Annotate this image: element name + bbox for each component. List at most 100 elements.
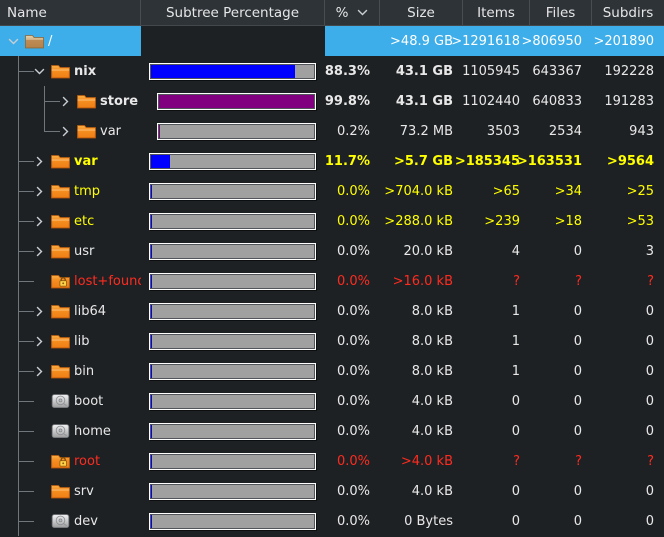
tree-row[interactable]: lost+found 0.0% >16.0 kB??? bbox=[0, 266, 664, 296]
percentage-bar-fill bbox=[151, 425, 152, 438]
expander-chevron-right-icon[interactable] bbox=[58, 86, 72, 116]
row-percent-cell-value: 0.0% bbox=[336, 303, 370, 319]
row-name-cell[interactable]: srv bbox=[0, 476, 141, 506]
tree-row[interactable]: var 11.7% >5.7 GB >185345 >163531 >9564 bbox=[0, 146, 664, 176]
expander-chevron-down-icon[interactable] bbox=[6, 26, 20, 56]
row-name-cell[interactable]: bin bbox=[0, 356, 141, 386]
row-name-cell[interactable]: store bbox=[0, 86, 141, 116]
column-header-bar[interactable]: Subtree Percentage bbox=[141, 0, 325, 25]
column-header-files[interactable]: Files bbox=[530, 0, 592, 25]
row-subdirs-cell: 0 bbox=[592, 476, 664, 506]
row-name-cell[interactable]: / bbox=[0, 26, 141, 56]
tree-row[interactable]: dev 0.0% 0 Bytes 0 0 0 bbox=[0, 506, 664, 536]
expander-chevron-right-icon[interactable] bbox=[32, 236, 46, 266]
column-header-size[interactable]: Size bbox=[380, 0, 463, 25]
row-name-cell[interactable]: root bbox=[0, 446, 141, 476]
tree-row[interactable]: nix 88.3% 43.1 GB 1105945 643367 192228 bbox=[0, 56, 664, 86]
column-header-subdirs[interactable]: Subdirs bbox=[592, 0, 664, 25]
row-name-cell[interactable]: usr bbox=[0, 236, 141, 266]
row-files-cell-value: 0 bbox=[573, 243, 582, 259]
row-items-cell-value: >1291618 bbox=[451, 33, 520, 49]
expander-chevron-right-icon[interactable] bbox=[32, 206, 46, 236]
column-header-label: Files bbox=[545, 4, 576, 21]
directory-tree-view[interactable]: Name Subtree Percentage% Size Items Files Su… bbox=[0, 0, 664, 537]
row-name-cell[interactable]: lib bbox=[0, 326, 141, 356]
tree-guide-lines bbox=[0, 356, 141, 386]
row-name-cell[interactable]: var bbox=[0, 146, 141, 176]
row-name-cell[interactable]: dev bbox=[0, 506, 141, 536]
row-name-cell[interactable]: nix bbox=[0, 56, 141, 86]
row-name-cell[interactable]: lost+found bbox=[0, 266, 141, 296]
table-header[interactable]: Name Subtree Percentage% Size Items Files Su… bbox=[0, 0, 664, 26]
row-subdirs-cell-value: 191283 bbox=[604, 93, 654, 109]
column-header-label: % bbox=[335, 4, 349, 21]
row-files-cell-value: 2534 bbox=[548, 123, 582, 139]
expander-chevron-right-icon[interactable] bbox=[32, 146, 46, 176]
row-items-cell-value: 0 bbox=[511, 513, 520, 529]
row-name-cell[interactable]: var bbox=[0, 116, 141, 146]
column-header-label: Subdirs bbox=[602, 4, 654, 21]
tree-row[interactable]: tmp 0.0% >704.0 kB >65 >34 >25 bbox=[0, 176, 664, 206]
row-size-cell-value: >5.7 GB bbox=[393, 153, 453, 169]
tree-row[interactable]: store 99.8% 43.1 GB 1102440 640833 191283 bbox=[0, 86, 664, 116]
tree-row[interactable]: bin 0.0% 8.0 kB 1 0 0 bbox=[0, 356, 664, 386]
row-files-cell: >163531 bbox=[517, 146, 592, 176]
row-percent-cell-value: 0.0% bbox=[336, 483, 370, 499]
tree-guide-lines bbox=[0, 236, 141, 266]
expander-chevron-down-icon[interactable] bbox=[32, 56, 46, 86]
tree-row[interactable]: usr 0.0% 20.0 kB 4 0 3 bbox=[0, 236, 664, 266]
row-subdirs-cell-value: 192228 bbox=[604, 63, 654, 79]
subtree-percentage-cell bbox=[141, 116, 325, 146]
percentage-bar-fill bbox=[159, 95, 314, 108]
row-size-cell: 0 Bytes bbox=[380, 506, 463, 536]
row-size-cell-value: 4.0 kB bbox=[411, 423, 453, 439]
expander-chevron-right-icon[interactable] bbox=[32, 356, 46, 386]
row-name-cell[interactable]: boot bbox=[0, 386, 141, 416]
row-files-cell-value: 0 bbox=[573, 423, 582, 439]
tree-rows[interactable]: / >48.9 GB >1291618 >806950 >201890 nix 88.3%… bbox=[0, 26, 664, 536]
tree-row[interactable]: home 0.0% 4.0 kB 0 0 0 bbox=[0, 416, 664, 446]
row-percent-cell-value: 0.0% bbox=[336, 453, 370, 469]
tree-guide-lines bbox=[0, 206, 141, 236]
expander-chevron-right-icon[interactable] bbox=[32, 176, 46, 206]
subtree-percentage-cell bbox=[141, 296, 325, 326]
tree-row[interactable]: lib 0.0% 8.0 kB 1 0 0 bbox=[0, 326, 664, 356]
row-items-cell: 3503 bbox=[463, 116, 530, 146]
row-name-cell[interactable]: tmp bbox=[0, 176, 141, 206]
row-percent-cell: 11.7% bbox=[325, 146, 380, 176]
expander-chevron-right-icon[interactable] bbox=[32, 326, 46, 356]
tree-row[interactable]: / >48.9 GB >1291618 >806950 >201890 bbox=[0, 26, 664, 56]
expander-chevron-right-icon[interactable] bbox=[58, 116, 72, 146]
row-percent-cell-value: 0.0% bbox=[336, 513, 370, 529]
tree-row[interactable]: etc 0.0% >288.0 kB >239 >18 >53 bbox=[0, 206, 664, 236]
row-size-cell: >4.0 kB bbox=[380, 446, 463, 476]
folder-icon bbox=[76, 86, 96, 116]
column-header-pct[interactable]: % bbox=[325, 0, 380, 25]
row-name-label: home bbox=[74, 423, 111, 439]
row-name-cell[interactable]: home bbox=[0, 416, 141, 446]
row-size-cell: 43.1 GB bbox=[380, 56, 463, 86]
tree-row[interactable]: var 0.2% 73.2 MB 3503 2534 943 bbox=[0, 116, 664, 146]
tree-row[interactable]: lib64 0.0% 8.0 kB 1 0 0 bbox=[0, 296, 664, 326]
row-subdirs-cell-value: 0 bbox=[645, 423, 654, 439]
column-header-items[interactable]: Items bbox=[463, 0, 530, 25]
row-subdirs-cell-value: 0 bbox=[645, 333, 654, 349]
row-items-cell-value: >65 bbox=[492, 183, 520, 199]
expander-chevron-right-icon[interactable] bbox=[32, 296, 46, 326]
row-percent-cell-value: 0.0% bbox=[336, 393, 370, 409]
row-percent-cell: 0.0% bbox=[325, 296, 380, 326]
folder-icon bbox=[50, 176, 70, 206]
tree-row[interactable]: boot 0.0% 4.0 kB 0 0 0 bbox=[0, 386, 664, 416]
row-name-cell[interactable]: etc bbox=[0, 206, 141, 236]
row-files-cell: >18 bbox=[530, 206, 592, 236]
row-name-cell[interactable]: lib64 bbox=[0, 296, 141, 326]
row-items-cell: 1 bbox=[463, 296, 530, 326]
row-percent-cell: 0.0% bbox=[325, 476, 380, 506]
row-name-label: / bbox=[48, 33, 53, 49]
row-files-cell: 0 bbox=[530, 416, 592, 446]
column-header-name[interactable]: Name bbox=[0, 0, 141, 25]
tree-row[interactable]: srv 0.0% 4.0 kB 0 0 0 bbox=[0, 476, 664, 506]
tree-row[interactable]: root 0.0% >4.0 kB??? bbox=[0, 446, 664, 476]
row-files-cell-value: ? bbox=[575, 273, 582, 289]
row-items-cell: >1291618 bbox=[451, 26, 530, 56]
